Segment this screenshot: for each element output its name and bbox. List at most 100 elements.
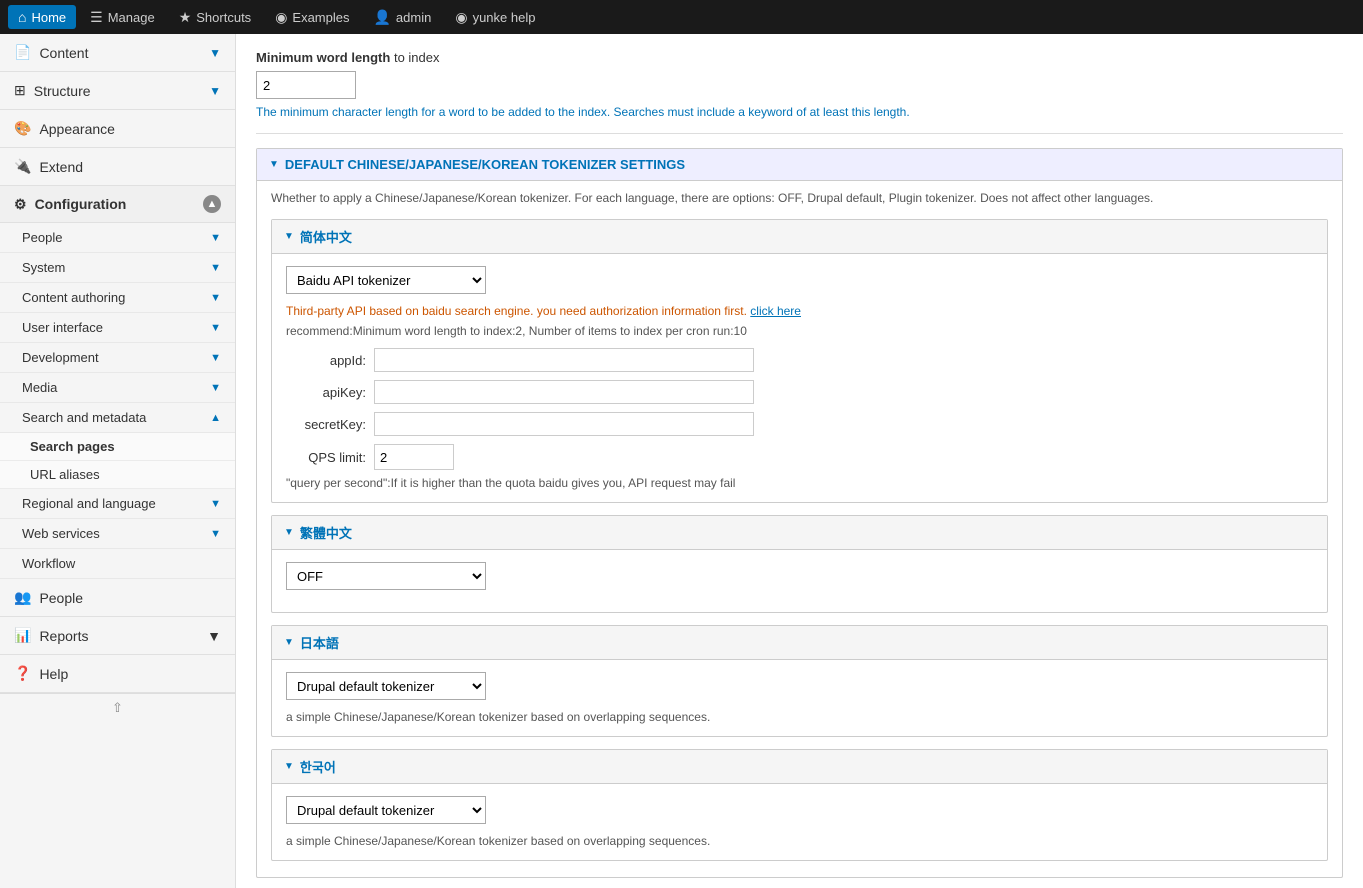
divider-1 <box>256 133 1343 134</box>
sidebar-item-people-bottom[interactable]: 👥 People <box>0 579 235 617</box>
star-icon: ★ <box>179 9 192 26</box>
sc-info-text: Third-party API based on baidu search en… <box>286 304 1313 318</box>
sc-apikey-label: apiKey: <box>286 385 366 400</box>
jp-triangle-icon: ▼ <box>284 637 294 648</box>
traditional-chinese-body: OFF Drupal default tokenizer Baidu API t… <box>272 550 1327 612</box>
default-tokenizer-description: Whether to apply a Chinese/Japanese/Kore… <box>257 181 1342 877</box>
ko-triangle-icon: ▼ <box>284 761 294 772</box>
sidebar-item-user-interface[interactable]: User interface ▼ <box>0 313 235 343</box>
sidebar-item-media[interactable]: Media ▼ <box>0 373 235 403</box>
content-icon: 📄 <box>14 44 31 61</box>
sc-appid-row: appId: <box>286 348 1313 372</box>
sc-qps-row: QPS limit: <box>286 444 1313 470</box>
nav-home[interactable]: ⌂ Home <box>8 5 76 29</box>
content-authoring-chevron-icon: ▼ <box>210 292 221 304</box>
sidebar-config-header[interactable]: ⚙ Configuration ▲ <box>0 186 235 223</box>
top-nav: ⌂ Home ☰ Manage ★ Shortcuts ◉ Examples 👤… <box>0 0 1363 34</box>
people-chevron-icon: ▼ <box>210 232 221 244</box>
sc-apikey-row: apiKey: <box>286 380 1313 404</box>
sidebar-item-regional-language[interactable]: Regional and language ▼ <box>0 489 235 519</box>
sc-secretkey-label: secretKey: <box>286 417 366 432</box>
sc-qps-input[interactable] <box>374 444 454 470</box>
home-icon: ⌂ <box>18 9 26 25</box>
jp-info-text: a simple Chinese/Japanese/Korean tokeniz… <box>286 710 1313 724</box>
sidebar-item-reports[interactable]: 📊 Reports ▼ <box>0 617 235 655</box>
reports-chevron-icon: ▼ <box>207 628 221 644</box>
system-chevron-icon: ▼ <box>210 262 221 274</box>
main-content: Minimum word length to index The minimum… <box>236 34 1363 888</box>
jp-tokenizer-select[interactable]: OFF Drupal default tokenizer Baidu API t… <box>286 672 486 700</box>
sidebar-item-development[interactable]: Development ▼ <box>0 343 235 373</box>
ko-tokenizer-select[interactable]: OFF Drupal default tokenizer Baidu API t… <box>286 796 486 824</box>
japanese-header[interactable]: ▼ 日本語 <box>272 626 1327 660</box>
reports-icon: 📊 <box>14 627 31 644</box>
korean-section: ▼ 한국어 OFF Drupal default tokenizer Baidu… <box>271 749 1328 861</box>
examples-icon: ◉ <box>275 9 287 26</box>
ko-select-wrap: OFF Drupal default tokenizer Baidu API t… <box>286 796 1313 824</box>
min-word-input[interactable] <box>256 71 356 99</box>
tc-triangle-icon: ▼ <box>284 527 294 538</box>
sidebar-item-search-metadata[interactable]: Search and metadata ▲ <box>0 403 235 433</box>
user-icon: 👤 <box>373 9 390 26</box>
config-icon: ⚙ <box>14 196 27 213</box>
scroll-icon: ⇧ <box>112 700 123 716</box>
japanese-section: ▼ 日本語 OFF Drupal default tokenizer Baidu… <box>271 625 1328 737</box>
sidebar-scroll-bottom: ⇧ <box>0 693 235 722</box>
collapse-triangle-icon: ▼ <box>269 159 279 170</box>
help-drop-icon: ◉ <box>455 9 467 26</box>
sidebar-item-structure[interactable]: ⊞ Structure ▼ <box>0 72 235 110</box>
nav-admin[interactable]: 👤 admin <box>363 5 441 30</box>
sc-secretkey-row: secretKey: <box>286 412 1313 436</box>
sidebar-item-extend[interactable]: 🔌 Extend <box>0 148 235 186</box>
sidebar-item-url-aliases[interactable]: URL aliases <box>0 461 235 489</box>
user-interface-chevron-icon: ▼ <box>210 322 221 334</box>
layout: 📄 Content ▼ ⊞ Structure ▼ 🎨 Appearance 🔌… <box>0 34 1363 888</box>
traditional-chinese-section: ▼ 繁體中文 OFF Drupal default tokenizer Baid… <box>271 515 1328 613</box>
sidebar-item-web-services[interactable]: Web services ▼ <box>0 519 235 549</box>
search-chevron-icon: ▲ <box>210 412 221 424</box>
nav-shortcuts[interactable]: ★ Shortcuts <box>169 5 261 30</box>
sc-tokenizer-select[interactable]: OFF Drupal default tokenizer Baidu API t… <box>286 266 486 294</box>
content-chevron-icon: ▼ <box>209 46 221 60</box>
korean-header[interactable]: ▼ 한국어 <box>272 750 1327 784</box>
sidebar-item-help[interactable]: ❓ Help <box>0 655 235 693</box>
sc-click-here-link[interactable]: click here <box>750 304 801 318</box>
sc-apikey-input[interactable] <box>374 380 754 404</box>
sidebar-item-content[interactable]: 📄 Content ▼ <box>0 34 235 72</box>
sidebar-item-appearance[interactable]: 🎨 Appearance <box>0 110 235 148</box>
sidebar-item-people[interactable]: People ▼ <box>0 223 235 253</box>
extend-icon: 🔌 <box>14 158 31 175</box>
nav-yunke-help[interactable]: ◉ yunke help <box>445 5 545 30</box>
simplified-chinese-header[interactable]: ▼ 简体中文 <box>272 220 1327 254</box>
min-word-input-wrap <box>256 71 1343 99</box>
sc-select-wrap: OFF Drupal default tokenizer Baidu API t… <box>286 266 1313 294</box>
default-tokenizer-header[interactable]: ▼ DEFAULT CHINESE/JAPANESE/KOREAN TOKENI… <box>257 149 1342 181</box>
people-bottom-icon: 👥 <box>14 589 31 606</box>
sidebar-item-workflow[interactable]: Workflow <box>0 549 235 579</box>
min-word-section: Minimum word length to index The minimum… <box>256 50 1343 119</box>
default-tokenizer-section: ▼ DEFAULT CHINESE/JAPANESE/KOREAN TOKENI… <box>256 148 1343 878</box>
sc-recommend-text: recommend:Minimum word length to index:2… <box>286 324 1313 338</box>
sidebar-item-system[interactable]: System ▼ <box>0 253 235 283</box>
traditional-chinese-header[interactable]: ▼ 繁體中文 <box>272 516 1327 550</box>
sc-appid-label: appId: <box>286 353 366 368</box>
sc-qps-label: QPS limit: <box>286 450 366 465</box>
sidebar-item-search-pages[interactable]: Search pages <box>0 433 235 461</box>
simplified-chinese-section: ▼ 简体中文 OFF Drupal default tokenizer Baid… <box>271 219 1328 503</box>
help-icon: ❓ <box>14 665 31 682</box>
regional-chevron-icon: ▼ <box>210 498 221 510</box>
sc-secretkey-input[interactable] <box>374 412 754 436</box>
nav-manage[interactable]: ☰ Manage <box>80 5 165 30</box>
manage-icon: ☰ <box>90 9 103 26</box>
appearance-icon: 🎨 <box>14 120 31 137</box>
min-word-label: Minimum word length to index <box>256 50 1343 65</box>
tc-select-wrap: OFF Drupal default tokenizer Baidu API t… <box>286 562 1313 590</box>
nav-examples[interactable]: ◉ Examples <box>265 5 359 30</box>
ko-info-text: a simple Chinese/Japanese/Korean tokeniz… <box>286 834 1313 848</box>
sc-appid-input[interactable] <box>374 348 754 372</box>
simplified-chinese-body: OFF Drupal default tokenizer Baidu API t… <box>272 254 1327 502</box>
tc-tokenizer-select[interactable]: OFF Drupal default tokenizer Baidu API t… <box>286 562 486 590</box>
structure-icon: ⊞ <box>14 82 26 99</box>
sidebar-item-content-authoring[interactable]: Content authoring ▼ <box>0 283 235 313</box>
web-services-chevron-icon: ▼ <box>210 528 221 540</box>
